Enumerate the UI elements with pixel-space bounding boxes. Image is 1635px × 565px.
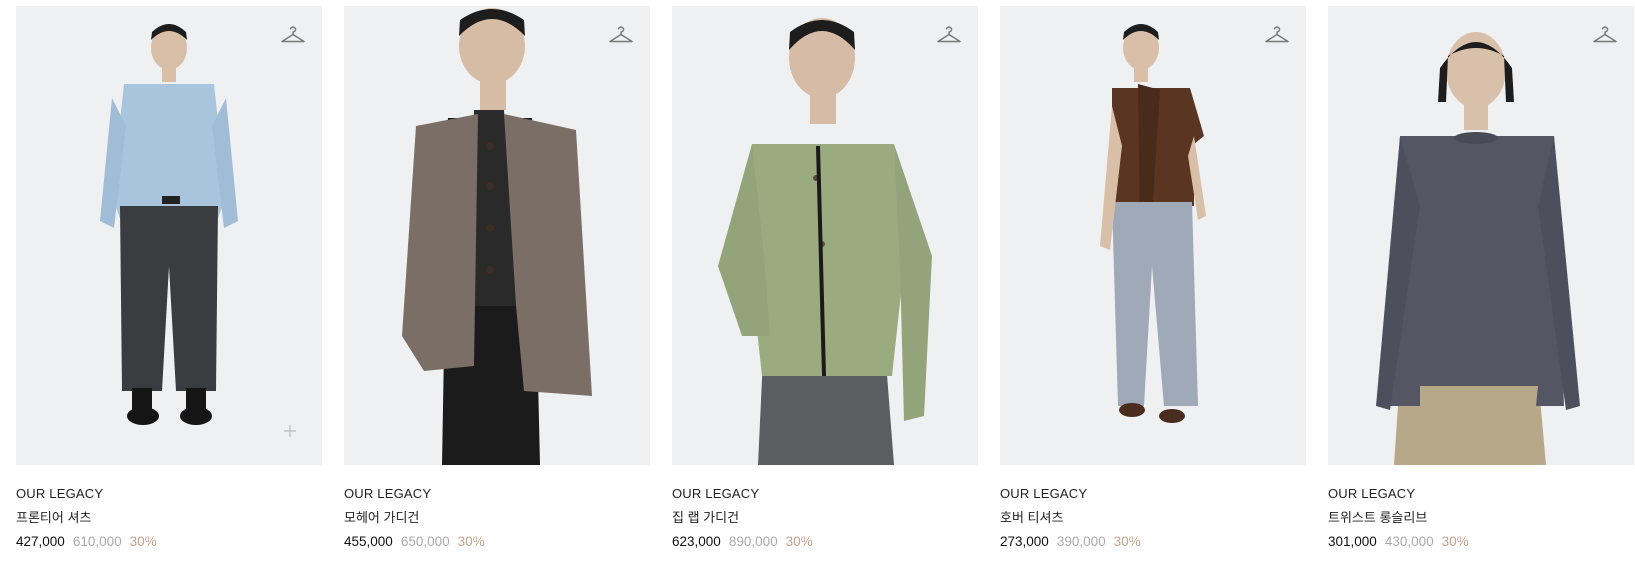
model-photo [344,6,650,465]
hanger-icon[interactable] [1592,22,1618,48]
product-brand[interactable]: OUR LEGACY [344,484,650,504]
sale-price: 455,000 [344,534,393,549]
discount-rate: 30% [457,534,485,549]
product-brand[interactable]: OUR LEGACY [16,484,322,504]
original-price: 650,000 [400,534,450,549]
model-photo [1000,6,1306,465]
original-price: 390,000 [1056,534,1106,549]
product-prices: 455,000 650,000 30% [344,531,650,553]
product-card[interactable]: OUR LEGACY 호버 티셔츠 273,000 390,000 30% [1000,6,1306,553]
product-info: OUR LEGACY 프론티어 셔츠 427,000 610,000 30% [16,465,322,553]
model-photo [1328,6,1634,465]
model-photo [16,6,322,465]
sale-price: 427,000 [16,534,65,549]
product-image[interactable] [1000,6,1306,465]
sale-price: 273,000 [1000,534,1049,549]
product-card[interactable]: OUR LEGACY 모헤어 가디건 455,000 650,000 30% [344,6,650,553]
hanger-icon[interactable] [608,22,634,48]
product-name[interactable]: 호버 티셔츠 [1000,507,1306,529]
hanger-icon[interactable] [936,22,962,48]
discount-rate: 30% [1113,534,1141,549]
product-prices: 427,000 610,000 30% [16,531,322,553]
product-prices: 301,000 430,000 30% [1328,531,1634,553]
sale-price: 301,000 [1328,534,1377,549]
plus-icon[interactable] [282,423,298,439]
product-info: OUR LEGACY 트위스트 롱슬리브 301,000 430,000 30% [1328,465,1634,553]
discount-rate: 30% [785,534,813,549]
hanger-icon[interactable] [280,22,306,48]
product-prices: 273,000 390,000 30% [1000,531,1306,553]
product-prices: 623,000 890,000 30% [672,531,978,553]
product-info: OUR LEGACY 집 랩 가디건 623,000 890,000 30% [672,465,978,553]
product-card[interactable]: OUR LEGACY 트위스트 롱슬리브 301,000 430,000 30% [1328,6,1634,553]
product-info: OUR LEGACY 호버 티셔츠 273,000 390,000 30% [1000,465,1306,553]
product-brand[interactable]: OUR LEGACY [1328,484,1634,504]
product-name[interactable]: 프론티어 셔츠 [16,507,322,529]
product-image[interactable] [16,6,322,465]
product-grid: OUR LEGACY 프론티어 셔츠 427,000 610,000 30% O… [16,6,1634,553]
product-image[interactable] [672,6,978,465]
product-card[interactable]: OUR LEGACY 집 랩 가디건 623,000 890,000 30% [672,6,978,553]
product-brand[interactable]: OUR LEGACY [1000,484,1306,504]
discount-rate: 30% [129,534,157,549]
original-price: 430,000 [1384,534,1434,549]
original-price: 890,000 [728,534,778,549]
original-price: 610,000 [72,534,122,549]
product-name[interactable]: 집 랩 가디건 [672,507,978,529]
product-image[interactable] [1328,6,1634,465]
product-info: OUR LEGACY 모헤어 가디건 455,000 650,000 30% [344,465,650,553]
product-brand[interactable]: OUR LEGACY [672,484,978,504]
model-photo [672,6,978,465]
product-image[interactable] [344,6,650,465]
product-name[interactable]: 트위스트 롱슬리브 [1328,507,1634,529]
sale-price: 623,000 [672,534,721,549]
product-name[interactable]: 모헤어 가디건 [344,507,650,529]
discount-rate: 30% [1441,534,1469,549]
hanger-icon[interactable] [1264,22,1290,48]
product-card[interactable]: OUR LEGACY 프론티어 셔츠 427,000 610,000 30% [16,6,322,553]
